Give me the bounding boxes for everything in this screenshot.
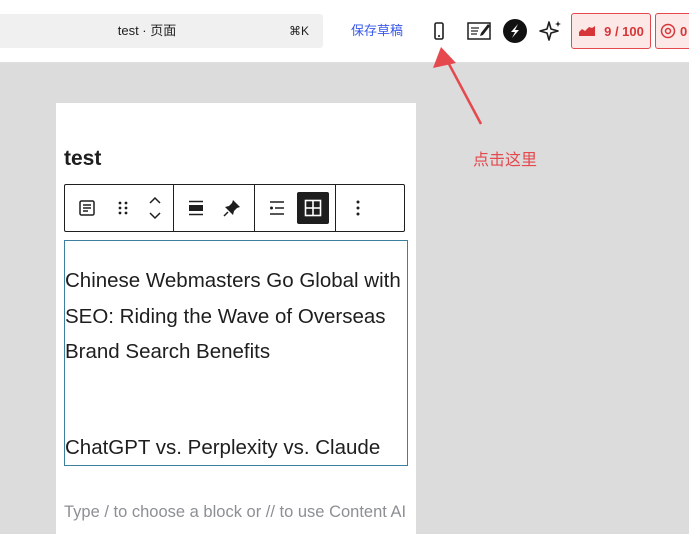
list-style-icon: [270, 201, 284, 215]
selected-content-block[interactable]: Chinese Webmasters Go Global with SEO: R…: [64, 240, 408, 466]
paragraph-1[interactable]: Chinese Webmasters Go Global with SEO: R…: [65, 263, 409, 370]
grid-button[interactable]: [297, 192, 329, 224]
annotation-label: 点击这里: [473, 152, 538, 169]
block-toolbar: [64, 184, 405, 232]
preview-button[interactable]: [464, 16, 494, 46]
block-toolbar-group-2: [174, 185, 255, 231]
command-palette-title: test · 页面: [117, 23, 177, 38]
block-type-icon: [79, 200, 95, 216]
drag-handle-button[interactable]: [107, 192, 139, 224]
grid-icon: [304, 199, 322, 217]
mobile-preview-icon: [434, 22, 444, 40]
align-button[interactable]: [180, 192, 212, 224]
s-logo-icon: [503, 19, 527, 43]
block-type-button[interactable]: [71, 192, 103, 224]
ai-sparkle-button[interactable]: [536, 16, 566, 46]
pin-button[interactable]: [216, 192, 248, 224]
seo-score-icon: [579, 26, 596, 36]
block-placeholder[interactable]: Type / to choose a block or // to use Co…: [64, 500, 409, 524]
preview-icon: [467, 22, 491, 40]
seo-score-value: 9 / 100: [604, 23, 644, 39]
at-count: 0: [680, 23, 688, 39]
block-mover: [143, 192, 167, 224]
command-shortcut: ⌘K: [288, 24, 309, 38]
seo-score-button[interactable]: 9 / 100: [571, 13, 651, 49]
paragraph-2[interactable]: ChatGPT vs. Perplexity vs. Claude: [65, 430, 409, 466]
more-options-icon: [356, 200, 360, 216]
block-toolbar-group-3: [255, 185, 336, 231]
editor-header: test · 页面 ⌘K 保存草稿 9 / 100 0: [0, 0, 689, 63]
command-palette-bar[interactable]: test · 页面 ⌘K: [0, 14, 323, 48]
more-options-button[interactable]: [342, 192, 374, 224]
at-sign-icon: [660, 23, 676, 39]
page-title[interactable]: test: [64, 147, 101, 171]
drag-handle-icon: [118, 201, 128, 215]
block-toolbar-group-1: [65, 185, 174, 231]
ai-sparkle-icon: [539, 21, 561, 41]
save-draft-button[interactable]: 保存草稿: [351, 23, 403, 39]
s-logo-button[interactable]: [500, 16, 530, 46]
at-mention-button[interactable]: 0: [655, 13, 689, 49]
align-wide-icon: [189, 200, 203, 216]
move-up-icon[interactable]: [148, 196, 162, 204]
mobile-preview-button[interactable]: [424, 16, 454, 46]
move-down-icon[interactable]: [148, 212, 162, 220]
pin-icon: [223, 200, 240, 217]
block-toolbar-group-4: [336, 185, 380, 231]
list-style-button[interactable]: [261, 192, 293, 224]
